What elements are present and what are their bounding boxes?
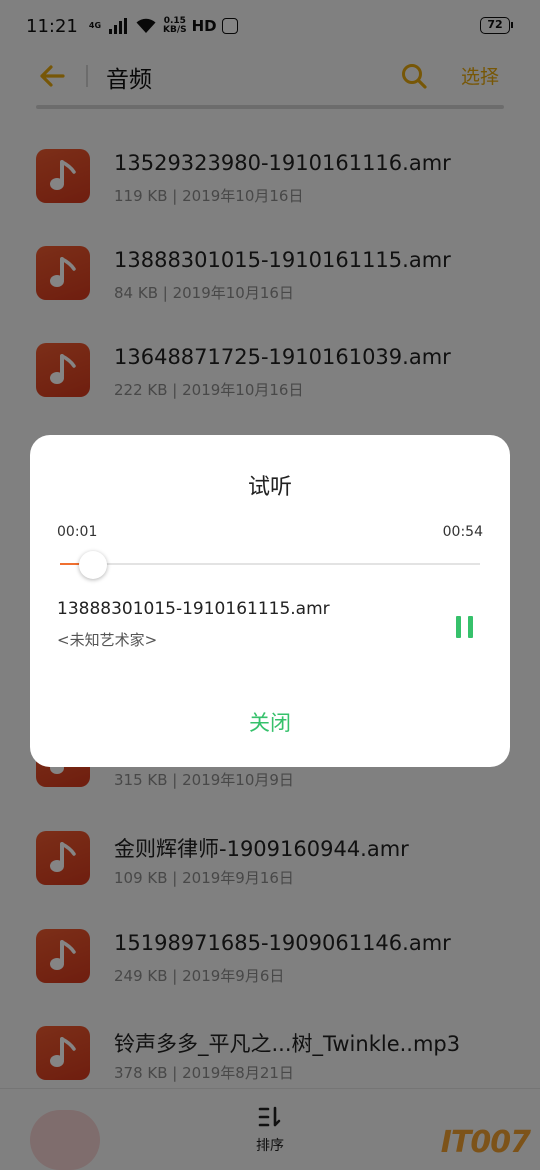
current-time: 00:01 xyxy=(57,524,98,540)
pause-icon[interactable] xyxy=(454,615,476,639)
total-time: 00:54 xyxy=(442,524,483,540)
track-artist: <未知艺术家> xyxy=(57,631,158,649)
progress-track[interactable] xyxy=(60,563,480,565)
dialog-title: 试听 xyxy=(247,475,292,500)
close-button[interactable]: 关闭 xyxy=(30,707,510,737)
track-name: 13888301015-1910161115.amr xyxy=(57,599,330,619)
preview-dialog: 试听 00:01 00:54 13888301015-1910161115.am… xyxy=(30,435,510,767)
progress-thumb[interactable] xyxy=(79,551,107,579)
progress-fill xyxy=(60,563,81,565)
